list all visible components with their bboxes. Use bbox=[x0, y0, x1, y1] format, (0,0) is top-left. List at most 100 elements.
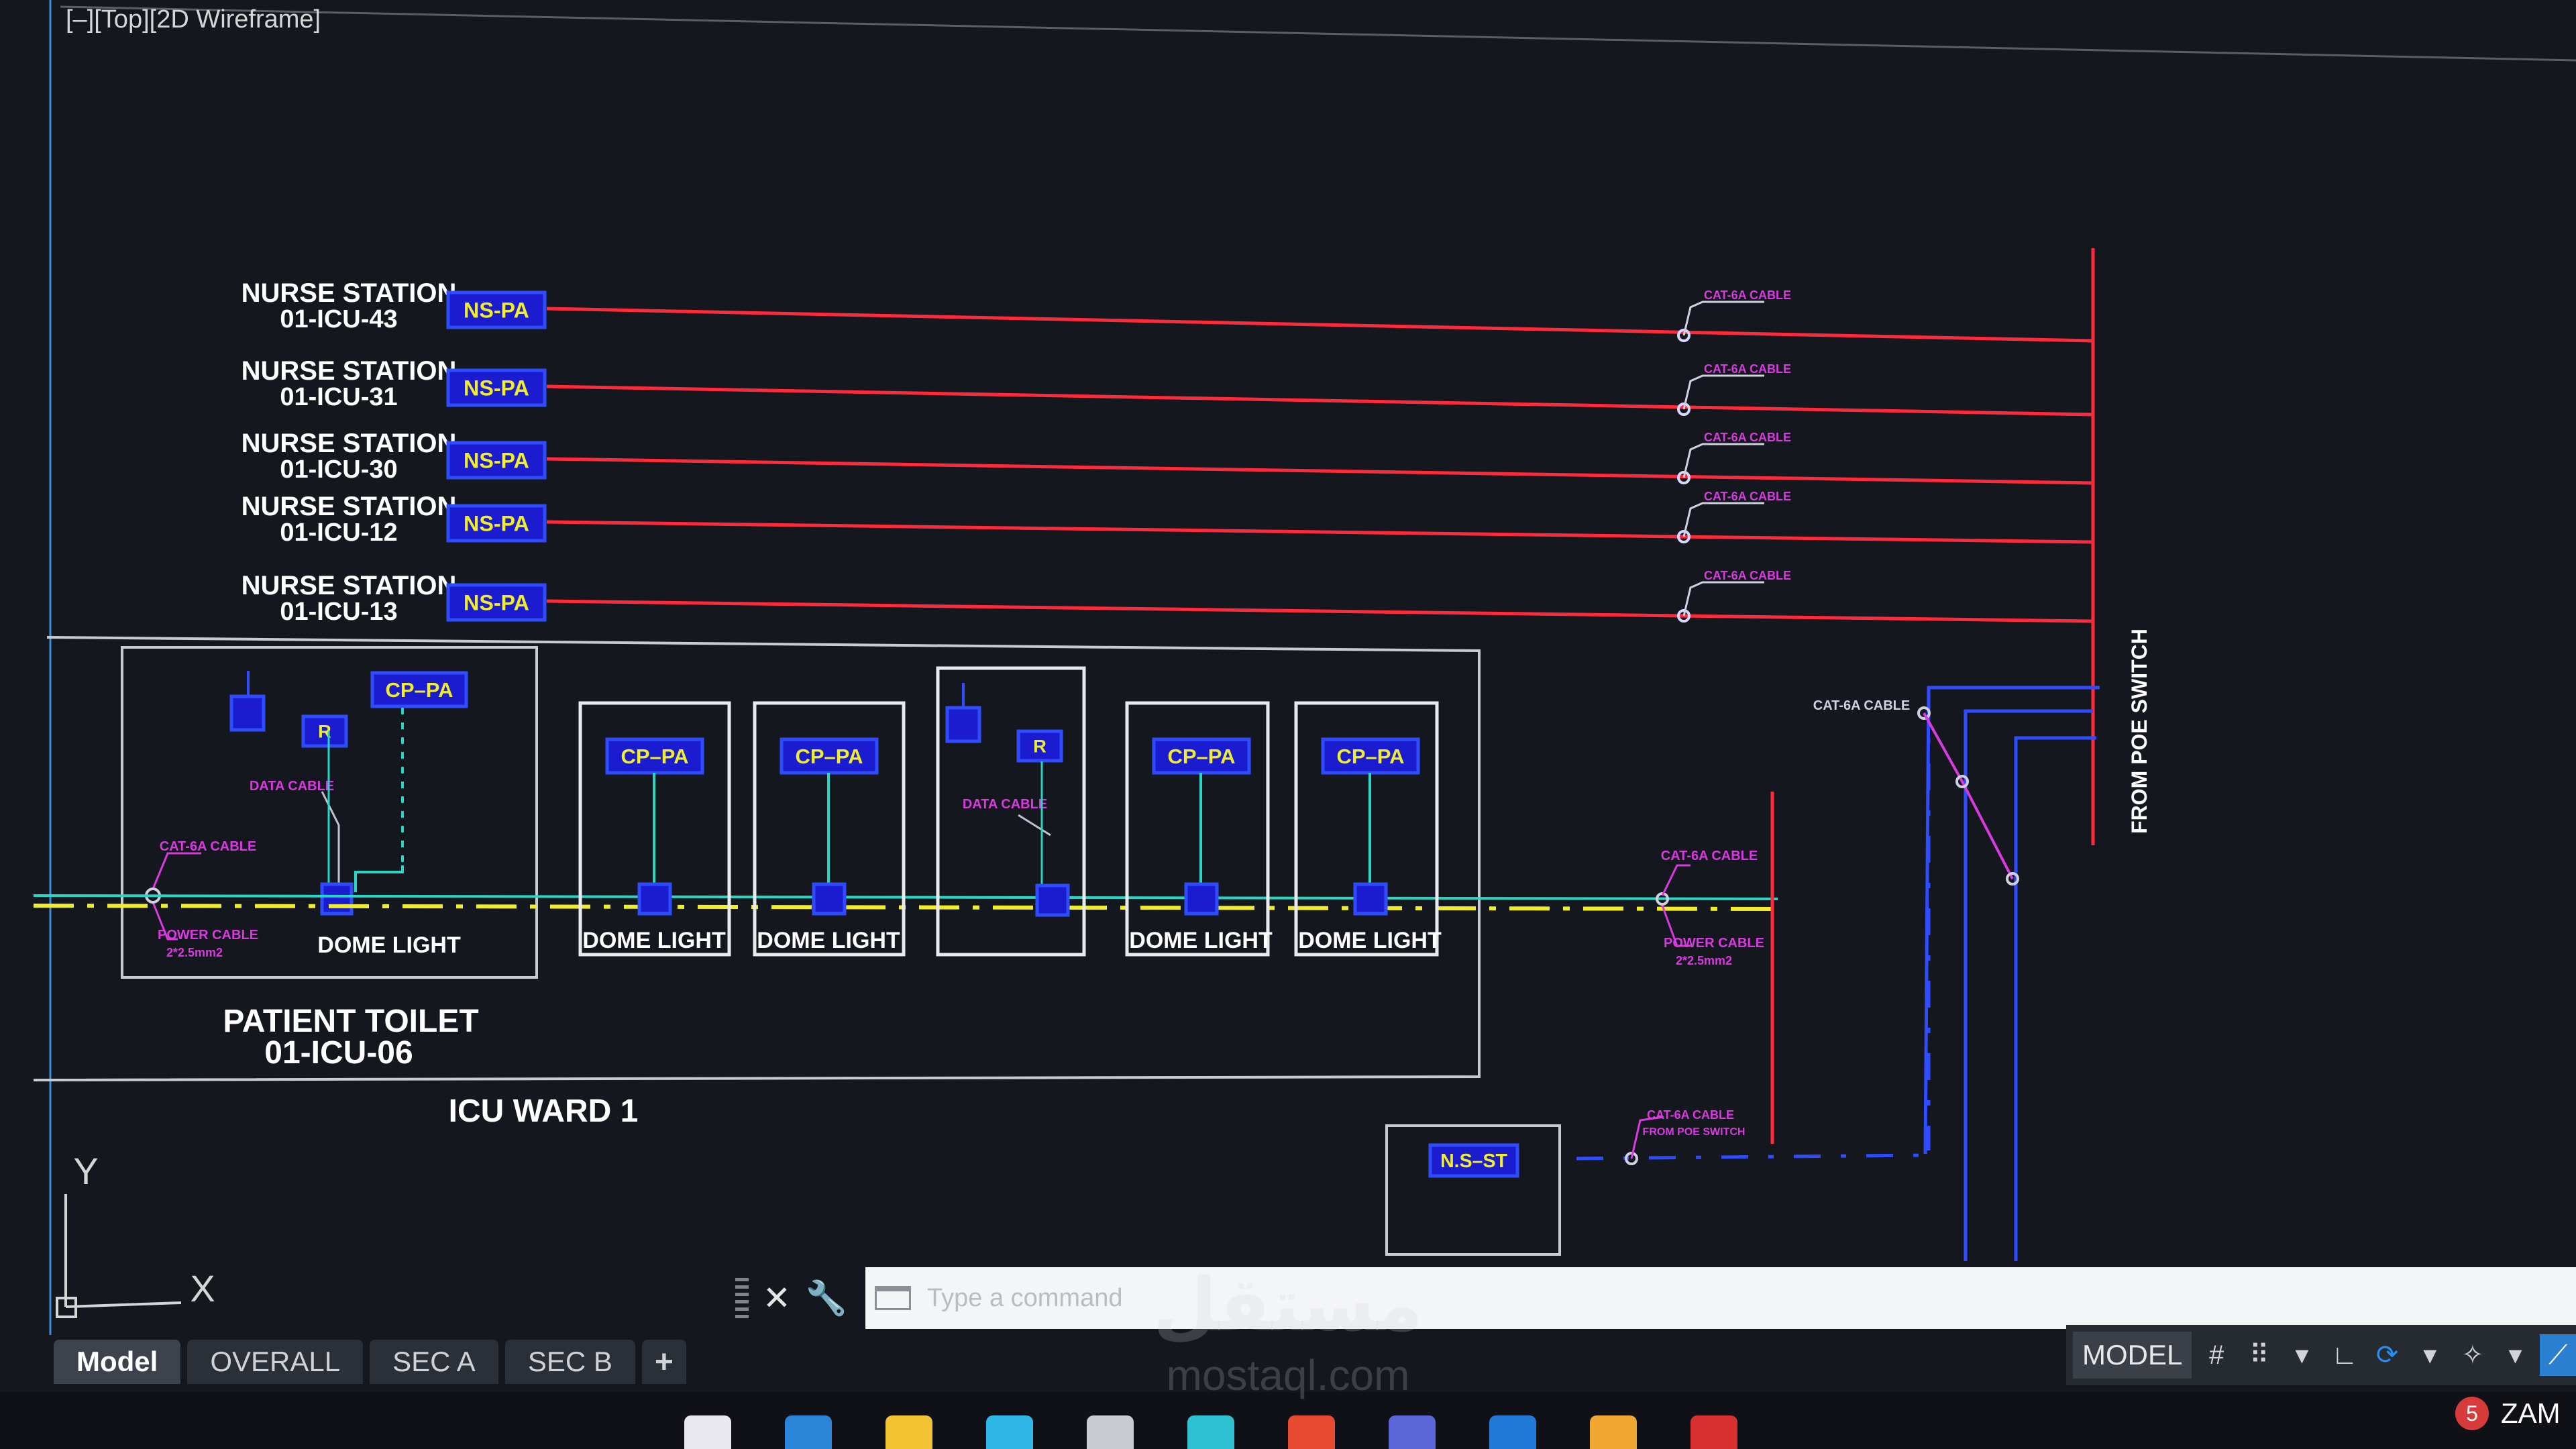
leader-line[interactable] bbox=[1682, 374, 1764, 410]
app-fire-icon[interactable] bbox=[1590, 1415, 1637, 1449]
grip-handle-icon[interactable] bbox=[735, 1278, 749, 1318]
annotation-icon[interactable]: ⟋ bbox=[2540, 1334, 2576, 1376]
viewport-border[interactable] bbox=[60, 5, 2576, 62]
taskbar-user[interactable]: 5 ZAM bbox=[2455, 1397, 2561, 1430]
nurse-station-id: 01-ICU-30 bbox=[280, 455, 397, 484]
toilet-dome-label: DOME LIGHT bbox=[317, 932, 461, 958]
bed-dome-label: DOME LIGHT bbox=[582, 928, 726, 953]
nurse-station-tag: NS-PA bbox=[464, 448, 529, 472]
add-layout-button[interactable]: + bbox=[641, 1340, 686, 1384]
bed-dome-light[interactable] bbox=[637, 882, 672, 916]
right-cat6a-label: CAT-6A CABLE bbox=[1661, 849, 1758, 863]
toilet-power-label: POWER CABLE bbox=[158, 928, 258, 943]
toilet-cat-leader[interactable] bbox=[152, 852, 201, 890]
osnap-icon[interactable]: ✧ bbox=[2455, 1334, 2491, 1376]
cable-annotation: CAT-6A CABLE bbox=[1704, 569, 1791, 582]
viewport-controls-label[interactable]: [–][Top][2D Wireframe] bbox=[66, 5, 321, 34]
leader-line[interactable] bbox=[1682, 443, 1764, 478]
tab-model[interactable]: Model bbox=[54, 1340, 181, 1384]
cat6a-cable-line[interactable] bbox=[546, 520, 2094, 544]
toilet-data-cable: DATA CABLE bbox=[250, 779, 334, 794]
blue-conduit-horizontal[interactable] bbox=[1576, 1153, 1929, 1161]
cat6a-cable-line[interactable] bbox=[546, 599, 2094, 623]
toilet-cp-tag: CP–PA bbox=[385, 678, 453, 702]
leader-line[interactable] bbox=[1682, 502, 1764, 537]
from-poe-label: FROM POE SWITCH bbox=[2127, 629, 2151, 834]
tab-sec-a[interactable]: SEC A bbox=[370, 1340, 498, 1384]
cad-drawing[interactable]: NURSE STATION01-ICU-43 NS-PACAT-6A CABLEN… bbox=[0, 0, 2576, 1449]
app-folder-icon[interactable] bbox=[885, 1415, 932, 1449]
toilet-title: PATIENT TOILET bbox=[223, 1004, 478, 1039]
polar-icon[interactable]: ⟳ bbox=[2369, 1334, 2406, 1376]
bed-dome-light[interactable] bbox=[1184, 882, 1219, 916]
drawing-viewport[interactable]: NURSE STATION 01-ICU-43 NS-PA CAT-6A CABLE N… bbox=[0, 0, 2576, 1449]
ns-st-cable-label: CAT-6A CABLE bbox=[1647, 1108, 1734, 1122]
app-browser-icon[interactable] bbox=[986, 1415, 1033, 1449]
layout-tabs: Model OVERALL SEC A SEC B + bbox=[54, 1335, 693, 1389]
app-outlook-icon[interactable] bbox=[1489, 1415, 1536, 1449]
chevron-down-icon[interactable]: ▾ bbox=[2498, 1334, 2534, 1376]
app-autocad-icon[interactable] bbox=[1690, 1415, 1737, 1449]
bed-sensor-box[interactable] bbox=[945, 706, 981, 743]
app-notepad-icon[interactable] bbox=[684, 1415, 731, 1449]
nurse-station-id: 01-ICU-13 bbox=[280, 598, 397, 626]
right-leader[interactable] bbox=[1661, 864, 1690, 896]
nurse-station-label: NURSE STATION bbox=[241, 492, 457, 521]
close-icon[interactable]: ✕ bbox=[755, 1277, 798, 1320]
notification-badge: 5 bbox=[2455, 1397, 2489, 1430]
bed-dome-label: DOME LIGHT bbox=[1129, 928, 1273, 953]
cat6a-cable-line[interactable] bbox=[546, 384, 2094, 417]
cat6a-cable-line[interactable] bbox=[546, 457, 2094, 485]
wrench-icon[interactable]: 🔧 bbox=[805, 1277, 848, 1320]
bed-dome-light[interactable] bbox=[812, 882, 847, 916]
leader-line[interactable] bbox=[1682, 581, 1764, 616]
bed-dome-light[interactable] bbox=[1353, 882, 1388, 916]
cat6a-cable-line[interactable] bbox=[546, 307, 2094, 343]
app-edge-icon[interactable] bbox=[785, 1415, 832, 1449]
nurse-station-tag: NS-PA bbox=[464, 590, 529, 614]
tab-overall[interactable]: OVERALL bbox=[187, 1340, 364, 1384]
bed-leader[interactable] bbox=[1018, 814, 1051, 837]
model-space-button[interactable]: MODEL bbox=[2073, 1332, 2192, 1379]
command-line-bar: ✕ 🔧 bbox=[724, 1261, 2576, 1335]
blue-conduit-2[interactable] bbox=[1964, 709, 2093, 1261]
blue-conduit-1[interactable] bbox=[1923, 686, 2100, 1155]
bed-dome-label: DOME LIGHT bbox=[757, 928, 900, 953]
toilet-dome-light[interactable] bbox=[320, 882, 354, 916]
command-input-box bbox=[865, 1267, 2576, 1329]
ucs-x-label: X bbox=[190, 1267, 215, 1309]
nurse-station-id: 01-ICU-31 bbox=[280, 383, 397, 411]
ns-st-leader[interactable] bbox=[1630, 1116, 1664, 1159]
nurse-station-label: NURSE STATION bbox=[241, 278, 457, 308]
chevron-down-icon[interactable]: ▾ bbox=[2284, 1334, 2320, 1376]
toilet-power-spec: 2*2.5mm2 bbox=[166, 946, 223, 959]
tab-sec-b[interactable]: SEC B bbox=[504, 1340, 635, 1384]
toilet-cat6a-label: CAT-6A CABLE bbox=[160, 839, 256, 854]
bed-data-cable: DATA CABLE bbox=[963, 797, 1047, 812]
toilet-leader[interactable] bbox=[321, 791, 340, 892]
command-history-icon[interactable] bbox=[875, 1286, 911, 1310]
ucs-x-axis[interactable] bbox=[65, 1301, 182, 1308]
bed-dome-label: DOME LIGHT bbox=[1298, 928, 1442, 953]
leader-line[interactable] bbox=[1682, 301, 1764, 336]
sensor-box[interactable] bbox=[229, 694, 266, 732]
bed-cp-tag: CP–PA bbox=[795, 745, 863, 768]
blue-conduit-3[interactable] bbox=[2014, 736, 2096, 1261]
power-bus-line[interactable] bbox=[33, 904, 1778, 911]
autocad-window: NURSE STATION 01-ICU-43 NS-PA CAT-6A CABLE N… bbox=[0, 0, 2576, 1449]
status-bar: MODEL # ⠿ ▾ ∟ ⟳ ▾ ✧ ▾ ⟋ bbox=[2066, 1325, 2576, 1385]
right-power-spec: 2*2.5mm2 bbox=[1676, 954, 1732, 967]
watermark-arabic: مستقل bbox=[1152, 1262, 1424, 1348]
bed-dome-light[interactable] bbox=[1035, 883, 1070, 917]
chevron-down-icon[interactable]: ▾ bbox=[2412, 1334, 2448, 1376]
bed-cp-tag: CP–PA bbox=[1167, 745, 1235, 768]
data-bus-line[interactable] bbox=[33, 894, 1778, 900]
cable-annotation: CAT-6A CABLE bbox=[1704, 490, 1791, 503]
diag-cable-label: CAT-6A CABLE bbox=[1813, 698, 1910, 713]
diag-cable-line[interactable] bbox=[1923, 712, 2014, 879]
nurse-station-tag: NS-PA bbox=[464, 298, 529, 322]
toilet-cp-feed-2[interactable] bbox=[354, 865, 404, 892]
snap-icon[interactable]: ⠿ bbox=[2241, 1334, 2277, 1376]
grid-icon[interactable]: # bbox=[2198, 1334, 2235, 1376]
ortho-icon[interactable]: ∟ bbox=[2326, 1334, 2363, 1376]
